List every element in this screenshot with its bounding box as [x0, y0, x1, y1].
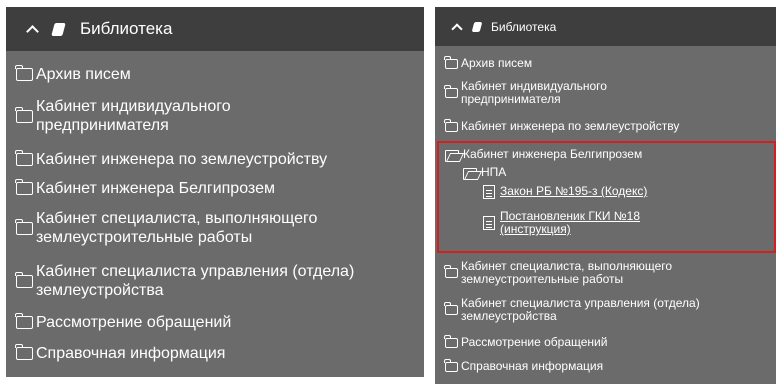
document-icon	[483, 216, 495, 230]
document-law-195[interactable]: Закон РБ №195-з (Кодекс)	[483, 185, 743, 199]
folder-land-engineer-office[interactable]: Кабинет инженера по землеустройству	[15, 150, 328, 169]
folder-label: Кабинет инженера Белгипрозем	[463, 147, 643, 161]
folder-entrepreneur-office[interactable]: Кабинет индивидуального предпринимателя	[444, 79, 675, 106]
folder-icon	[15, 218, 33, 235]
folder-specialist-works[interactable]: Кабинет специалиста, выполняющего землеу…	[444, 259, 775, 286]
folder-label: Кабинет инженера Белгипрозем	[36, 180, 275, 197]
folder-label: Справочная информация	[461, 359, 604, 373]
book-icon	[471, 21, 483, 32]
folder-entrepreneur-office[interactable]: Кабинет индивидуального предпринимателя	[15, 97, 316, 135]
folder-icon	[15, 313, 33, 329]
folder-icon	[444, 302, 458, 315]
folder-label: Кабинет специалиста управления (отдела) …	[461, 296, 700, 323]
folder-icon	[15, 179, 33, 195]
folder-specialist-works[interactable]: Кабинет специалиста, выполняющего землеу…	[15, 209, 416, 247]
folder-icon	[444, 55, 458, 69]
folder-open-icon	[463, 167, 479, 180]
folder-open-icon	[445, 149, 461, 162]
library-header[interactable]: Библиотека	[435, 7, 776, 46]
subfolder-npa[interactable]: НПА	[463, 165, 507, 180]
folder-specialist-department[interactable]: Кабинет специалиста управления (отдела) …	[15, 262, 416, 300]
folder-icon	[444, 358, 458, 372]
folder-label: Архив писем	[36, 66, 131, 83]
folder-specialist-department[interactable]: Кабинет специалиста управления (отдела) …	[444, 296, 745, 323]
subfolder-label: НПА	[481, 165, 507, 179]
folder-reference-info[interactable]: Справочная информация	[15, 344, 226, 363]
folder-label: Справочная информация	[36, 345, 226, 362]
folder-label: Рассмотрение обращений	[461, 335, 608, 349]
folder-icon	[15, 106, 33, 123]
folder-icon	[15, 344, 33, 360]
folder-belgiprozem-office-open[interactable]: Кабинет инженера Белгипрозем	[445, 147, 643, 162]
library-title: Библиотека	[80, 19, 173, 38]
library-title: Библиотека	[491, 19, 557, 34]
folder-label: Кабинет индивидуального предпринимателя	[461, 79, 607, 106]
document-resolution-18[interactable]: Постановленик ГКИ №18 (инструкция)	[483, 210, 703, 236]
folder-reference-info[interactable]: Справочная информация	[444, 358, 604, 373]
folder-label: Кабинет индивидуального предпринимателя	[36, 98, 231, 134]
folder-icon	[444, 334, 458, 348]
folder-label: Кабинет специалиста, выполняющего землеу…	[461, 259, 673, 286]
library-panel-expanded: Библиотека Архив писем Кабинет индивидуа…	[435, 7, 776, 384]
folder-label: Кабинет инженера по землеустройству	[461, 119, 680, 133]
folder-belgiprozem-office[interactable]: Кабинет инженера Белгипрозем	[15, 179, 275, 198]
folder-label: Архив писем	[461, 56, 533, 70]
folder-icon	[15, 65, 33, 81]
document-link[interactable]: Закон РБ №195-з (Кодекс)	[500, 185, 647, 198]
folder-icon	[444, 85, 458, 98]
document-icon	[483, 185, 495, 199]
library-panel-collapsed: Библиотека Архив писем Кабинет индивидуа…	[6, 7, 424, 377]
folder-land-engineer-office[interactable]: Кабинет инженера по землеустройству	[444, 118, 680, 133]
chevron-up-icon[interactable]	[26, 24, 39, 38]
folder-icon	[15, 150, 33, 166]
folder-archive-letters[interactable]: Архив писем	[15, 65, 131, 84]
folder-appeals[interactable]: Рассмотрение обращений	[444, 334, 608, 349]
document-link[interactable]: Постановленик ГКИ №18 (инструкция)	[500, 210, 703, 236]
folder-icon	[15, 271, 33, 288]
folder-icon	[444, 265, 458, 278]
folder-label: Кабинет специалиста, выполняющего землеу…	[36, 210, 318, 246]
folder-icon	[444, 118, 458, 132]
folder-label: Кабинет специалиста управления (отдела) …	[36, 263, 355, 299]
book-icon	[51, 22, 66, 36]
chevron-up-icon[interactable]	[451, 22, 463, 35]
folder-label: Рассмотрение обращений	[36, 314, 232, 331]
folder-label: Кабинет инженера по землеустройству	[36, 151, 328, 168]
folder-appeals[interactable]: Рассмотрение обращений	[15, 313, 232, 332]
library-header[interactable]: Библиотека	[6, 7, 424, 51]
folder-archive-letters[interactable]: Архив писем	[444, 55, 533, 70]
